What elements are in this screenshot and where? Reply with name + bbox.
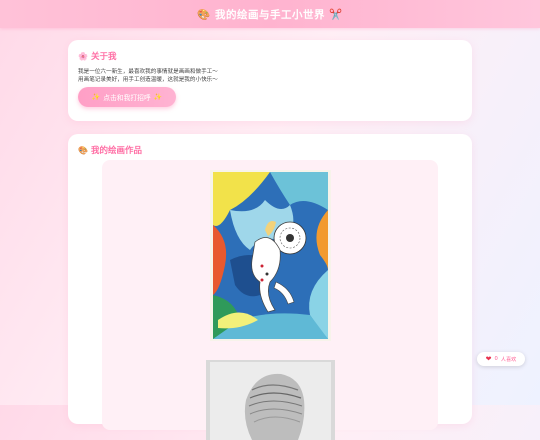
painting-illustration bbox=[213, 172, 328, 339]
like-button[interactable]: ❤ 0 人喜欢 bbox=[477, 352, 525, 366]
sparkle-icon: ✨ bbox=[91, 94, 101, 101]
greet-button[interactable]: ✨ 点击和我打招呼 ✨ bbox=[78, 87, 176, 107]
sketch-illustration bbox=[206, 360, 335, 440]
page-title: 🎨 我的绘画与手工小世界 ✂️ bbox=[197, 8, 343, 21]
painting-image-1[interactable] bbox=[210, 170, 331, 341]
about-card: 🌸 关于我 我是一位六一新生，最喜欢我的事情就是画画和做手工～ 用画笔记录美好，… bbox=[68, 40, 472, 121]
about-heading: 🌸 关于我 bbox=[78, 50, 117, 63]
about-heading-label: 关于我 bbox=[90, 52, 117, 62]
flower-icon: 🌸 bbox=[78, 51, 88, 61]
page-header: 🎨 我的绘画与手工小世界 ✂️ bbox=[0, 0, 540, 28]
about-text: 我是一位六一新生，最喜欢我的事情就是画画和做手工～ 用画笔记录美好，用手工创造温… bbox=[78, 68, 458, 84]
painting-image-2[interactable] bbox=[206, 360, 335, 440]
like-count: 0 bbox=[494, 356, 498, 362]
about-line-2: 用画笔记录美好，用手工创造温暖，这就是我的小快乐～ bbox=[78, 77, 218, 83]
greet-button-label: 点击和我打招呼 bbox=[103, 95, 151, 102]
gallery-heading: 🎨 我的绘画作品 bbox=[78, 144, 142, 157]
gallery-panel bbox=[102, 160, 438, 440]
gallery-card: 🎨 我的绘画作品 bbox=[68, 134, 472, 440]
sparkle-icon: ✨ bbox=[153, 94, 163, 101]
about-line-1: 我是一位六一新生，最喜欢我的事情就是画画和做手工～ bbox=[78, 69, 218, 75]
palette-icon: 🎨 bbox=[78, 145, 88, 155]
heart-icon: ❤ bbox=[485, 355, 492, 363]
like-label: 人喜欢 bbox=[500, 356, 517, 363]
gallery-heading-label: 我的绘画作品 bbox=[90, 146, 142, 156]
